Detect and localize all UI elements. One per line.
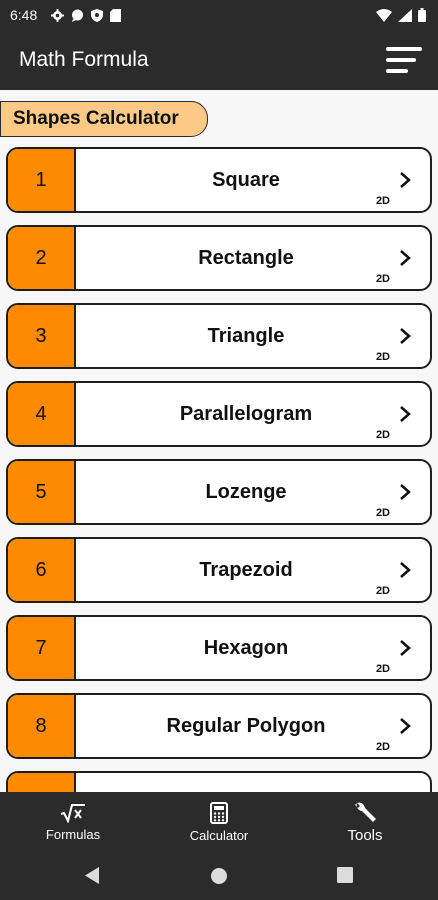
status-icons-right <box>376 8 426 22</box>
nav-label: Calculator <box>189 827 249 843</box>
status-time: 6:48 <box>10 7 38 23</box>
chat-icon <box>72 9 84 22</box>
chevron-right-icon <box>400 640 411 656</box>
recents-icon[interactable] <box>337 867 353 883</box>
shapes-list: 1 Square 2D 2 Rectangle 2D 3 Triangle 2D… <box>6 147 432 849</box>
chevron-right-icon <box>400 562 411 578</box>
item-tag: 2D <box>375 195 390 207</box>
list-item-rectangle[interactable]: 2 Rectangle 2D <box>6 225 432 291</box>
chevron-right-icon <box>400 328 411 344</box>
calculator-icon <box>210 801 228 824</box>
item-number: 2 <box>8 227 76 289</box>
list-item-hexagon[interactable]: 7 Hexagon 2D <box>6 615 432 681</box>
list-item-square[interactable]: 1 Square 2D <box>6 147 432 213</box>
system-nav-bar <box>0 852 438 900</box>
wrench-icon <box>355 802 376 822</box>
gear-icon <box>51 8 65 22</box>
chevron-right-icon <box>400 718 411 734</box>
status-icons-left <box>51 8 122 22</box>
nav-label: Formulas <box>45 826 101 842</box>
sort-menu-icon[interactable] <box>384 44 424 76</box>
item-number: 6 <box>8 539 76 601</box>
item-tag: 2D <box>375 507 390 519</box>
item-number: 1 <box>8 149 76 211</box>
nav-calculator[interactable]: Calculator <box>164 801 274 843</box>
list-item-trapezoid[interactable]: 6 Trapezoid 2D <box>6 537 432 603</box>
app-title: Math Formula <box>19 48 149 71</box>
nav-label: Tools <box>347 826 383 844</box>
item-tag: 2D <box>375 663 390 675</box>
battery-icon <box>418 8 426 22</box>
section-title-chip: Shapes Calculator <box>0 101 208 137</box>
nav-tools[interactable]: Tools <box>310 801 420 844</box>
item-number: 8 <box>8 695 76 757</box>
back-icon[interactable] <box>84 866 100 885</box>
item-tag: 2D <box>375 351 390 363</box>
sim-card-icon <box>110 8 122 22</box>
shield-icon <box>91 8 104 22</box>
signal-icon <box>398 8 412 22</box>
list-item-regular-polygon[interactable]: 8 Regular Polygon 2D <box>6 693 432 759</box>
item-tag: 2D <box>375 273 390 285</box>
item-tag: 2D <box>375 585 390 597</box>
bottom-nav: Formulas Calculator Tools <box>0 792 438 852</box>
nav-formulas[interactable]: Formulas <box>18 803 128 842</box>
list-item-triangle[interactable]: 3 Triangle 2D <box>6 303 432 369</box>
item-number: 4 <box>8 383 76 445</box>
home-icon[interactable] <box>210 867 228 885</box>
item-tag: 2D <box>375 429 390 441</box>
section-title: Shapes Calculator <box>13 108 179 129</box>
chevron-right-icon <box>400 172 411 188</box>
item-number: 7 <box>8 617 76 679</box>
chevron-right-icon <box>400 484 411 500</box>
app-bar: Math Formula <box>0 30 438 90</box>
status-bar: 6:48 <box>0 0 438 30</box>
list-item-lozenge[interactable]: 5 Lozenge 2D <box>6 459 432 525</box>
item-number: 3 <box>8 305 76 367</box>
chevron-right-icon <box>400 406 411 422</box>
item-number: 5 <box>8 461 76 523</box>
list-item-parallelogram[interactable]: 4 Parallelogram 2D <box>6 381 432 447</box>
chevron-right-icon <box>400 250 411 266</box>
item-tag: 2D <box>375 741 390 753</box>
wifi-icon <box>376 8 392 22</box>
square-root-icon <box>60 803 85 823</box>
